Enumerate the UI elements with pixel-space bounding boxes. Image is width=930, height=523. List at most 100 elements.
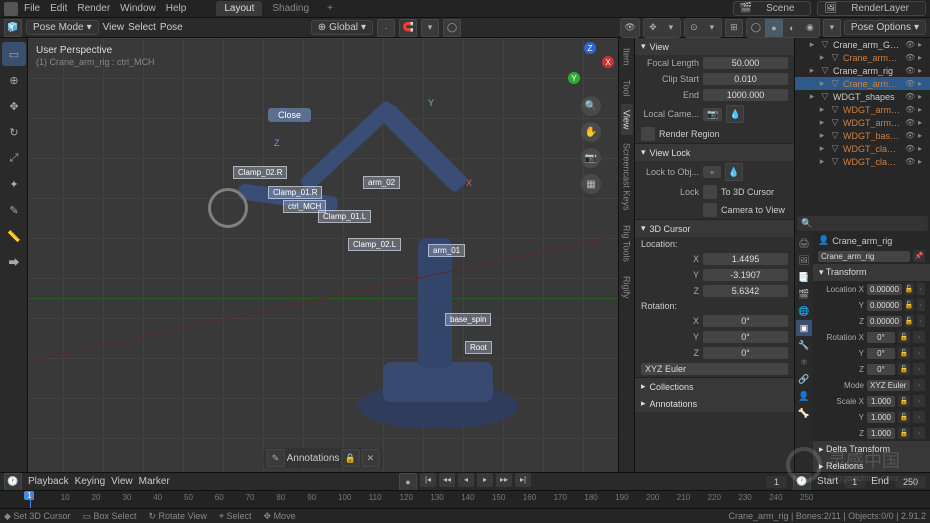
eye-icon[interactable]: 👁 <box>905 79 915 88</box>
eyedropper-icon[interactable]: 💧 <box>725 163 743 181</box>
bone-label[interactable]: Clamp_02.L <box>348 238 401 251</box>
restrict-icon[interactable]: ▸ <box>918 79 928 88</box>
restrict-icon[interactable]: ▸ <box>918 66 928 75</box>
eye-icon[interactable]: 👁 <box>905 53 915 62</box>
eyedropper-icon[interactable]: 💧 <box>726 105 744 123</box>
restrict-icon[interactable]: ▸ <box>918 105 928 114</box>
clipstart-input[interactable]: 0.010 <box>703 73 788 85</box>
chevron-down-icon[interactable]: ▾ <box>641 147 646 158</box>
workspace-tab-layout[interactable]: Layout <box>216 1 262 16</box>
lock-icon[interactable]: 🔓 <box>905 315 914 327</box>
disclosure-icon[interactable]: ▸ <box>807 65 817 76</box>
preview-range-icon[interactable]: 🕐 <box>793 473 811 491</box>
eye-icon[interactable]: 👁 <box>905 92 915 101</box>
disclosure-icon[interactable]: ▸ <box>807 39 817 50</box>
tool-scale[interactable]: ⤢ <box>2 146 26 170</box>
outliner-row[interactable]: ▸▽WDGT_clamp_01.L👁▸ <box>795 142 930 155</box>
eye-icon[interactable]: 👁 <box>905 66 915 75</box>
context-path[interactable]: Crane_arm_rig <box>832 236 892 246</box>
pivot-icon[interactable]: · <box>377 19 395 37</box>
vtab-screencast[interactable]: Screencast Keys <box>621 137 633 217</box>
renderregion-checkbox[interactable] <box>641 127 655 141</box>
obj-scalex[interactable]: 1.000 <box>867 396 895 407</box>
ptab-bone-icon[interactable]: 🦴 <box>796 405 812 421</box>
menu-edit[interactable]: Edit <box>50 3 67 14</box>
annotations-header[interactable]: Annotations <box>650 399 698 409</box>
tool-cursor[interactable]: ⊕ <box>2 68 26 92</box>
axis-y-icon[interactable]: Y <box>568 72 580 84</box>
obj-rotmode[interactable]: XYZ Euler <box>867 380 910 391</box>
prev-key-icon[interactable]: ◂◂ <box>439 473 455 487</box>
vtab-rigtools[interactable]: Rig Tools <box>621 219 633 268</box>
disclosure-icon[interactable]: ▸ <box>817 143 827 154</box>
roty-input[interactable]: 0° <box>703 331 788 343</box>
gizmo-icon[interactable]: ✥ <box>644 19 662 37</box>
outliner-row[interactable]: ▸▽WDGT_shapes👁▸ <box>795 90 930 103</box>
next-key-icon[interactable]: ▸▸ <box>496 473 512 487</box>
ptab-viewlayer-icon[interactable]: 📑 <box>796 269 812 285</box>
ptab-modifier-icon[interactable]: 🔧 <box>796 337 812 353</box>
disclosure-icon[interactable]: ▸ <box>807 91 817 102</box>
restrict-icon[interactable]: ▸ <box>918 118 928 127</box>
tool-extrude[interactable]: ⮕ <box>2 250 26 274</box>
restrict-icon[interactable]: ▸ <box>918 92 928 101</box>
tl-keying[interactable]: Keying <box>75 476 106 487</box>
shading-solid-icon[interactable]: ● <box>765 19 783 37</box>
menu-render[interactable]: Render <box>77 3 110 14</box>
tool-rotate[interactable]: ↻ <box>2 120 26 144</box>
annot-lock-icon[interactable]: 🔒 <box>341 449 359 467</box>
focal-input[interactable]: 50.000 <box>703 57 788 69</box>
eye-icon[interactable]: 👁 <box>905 40 915 49</box>
obj-locx[interactable]: 0.00000 <box>867 284 902 295</box>
timeline-ruler[interactable]: 1102030405060708090100110120130140150160… <box>0 490 930 508</box>
header-menu-select[interactable]: Select <box>128 22 156 33</box>
header-menu-view[interactable]: View <box>103 22 125 33</box>
chevron-down-icon[interactable]: ▾ <box>641 223 646 234</box>
orientation-select[interactable]: ⊕Global▾ <box>311 20 373 35</box>
anim-icon[interactable]: · <box>917 283 925 295</box>
overlay-drop-icon[interactable]: ▾ <box>703 19 721 37</box>
play-icon[interactable]: ▸ <box>477 473 493 487</box>
ptab-constraint-icon[interactable]: 🔗 <box>796 371 812 387</box>
eye-icon[interactable]: 👁 <box>905 157 915 166</box>
eye-icon[interactable]: 👁 <box>905 144 915 153</box>
header-menu-pose[interactable]: Pose <box>160 22 183 33</box>
obj-locy[interactable]: 0.00000 <box>867 300 902 311</box>
axis-x-icon[interactable]: X <box>602 56 614 68</box>
ptab-render-icon[interactable]: 🖨 <box>796 235 812 251</box>
overlay-icon[interactable]: ⊙ <box>685 19 703 37</box>
pan-icon[interactable]: ✋ <box>581 122 601 142</box>
lock-icon[interactable]: 🔓 <box>898 363 910 375</box>
axis-z-icon[interactable]: Z <box>584 42 596 54</box>
anim-icon[interactable]: · <box>913 347 925 359</box>
tool-annotate[interactable]: ✎ <box>2 198 26 222</box>
jump-start-icon[interactable]: |◂ <box>420 473 436 487</box>
shading-drop-icon[interactable]: ▾ <box>823 19 841 37</box>
annot-pen-icon[interactable]: ✎ <box>267 449 285 467</box>
props-section-header[interactable]: ▸ Delta Transform <box>813 441 930 458</box>
outliner-row[interactable]: ▸▽WDGT_base_spin👁▸ <box>795 129 930 142</box>
disclosure-icon[interactable]: ▸ <box>817 156 827 167</box>
bone-label[interactable]: Clamp_01.L <box>318 210 371 223</box>
clipend-input[interactable]: 1000.000 <box>703 89 788 101</box>
visibility-icon[interactable]: 👁 <box>621 19 639 37</box>
anim-icon[interactable]: · <box>913 411 925 423</box>
anim-icon[interactable]: · <box>913 395 925 407</box>
ptab-output-icon[interactable]: 🖼 <box>796 252 812 268</box>
lock-icon[interactable]: 🔓 <box>905 283 914 295</box>
start-frame[interactable]: 1 <box>844 476 865 488</box>
restrict-icon[interactable]: ▸ <box>918 157 928 166</box>
restrict-icon[interactable]: ▸ <box>918 131 928 140</box>
outliner-search[interactable]: 🔍 <box>797 216 928 231</box>
bone-label[interactable]: arm_02 <box>363 176 400 189</box>
shading-wire-icon[interactable]: ◯ <box>747 19 765 37</box>
play-rev-icon[interactable]: ◂ <box>458 473 474 487</box>
anim-icon[interactable]: · <box>913 331 925 343</box>
autokey-icon[interactable]: ● <box>399 473 417 491</box>
restrict-icon[interactable]: ▸ <box>918 144 928 153</box>
camtoview-checkbox[interactable] <box>703 203 717 217</box>
vtab-tool[interactable]: Tool <box>621 74 633 103</box>
ptab-scene-icon[interactable]: 🎬 <box>796 286 812 302</box>
disclosure-icon[interactable]: ▸ <box>817 117 827 128</box>
outliner-row[interactable]: ▸▽Crane_arm_GEO👁▸ <box>795 51 930 64</box>
